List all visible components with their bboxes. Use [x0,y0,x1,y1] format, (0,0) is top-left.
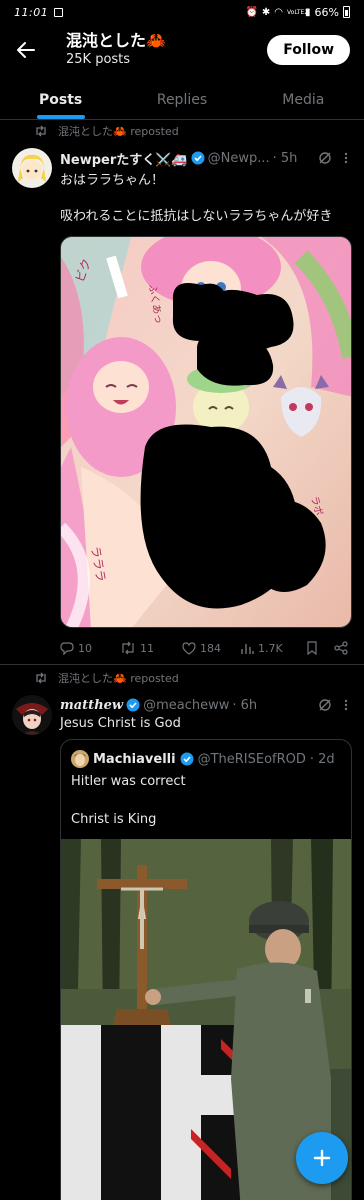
repost-indicator: 混沌とした🦀 reposted [0,669,364,687]
bluetooth-icon: ✱ [261,6,271,18]
signal-icon: ▮ [305,6,311,18]
reply-count: 10 [78,641,92,655]
repost-label: 混沌とした🦀 reposted [58,125,179,138]
tab-posts[interactable]: Posts [0,80,121,119]
repost-label: 混沌とした🦀 reposted [58,672,179,685]
network-label: VoLTE2 [287,8,309,16]
quote-text: Hitler was correct Christ is King [71,774,186,827]
repost-icon [122,641,134,655]
bookmark-icon [307,641,317,655]
quoted-tweet[interactable]: Machiavelli @TheRISEofROD · 2d Hitler wa… [60,739,352,1200]
quote-handle[interactable]: @TheRISEofROD [198,752,306,767]
alarm-icon: ⏰ [245,6,258,18]
verified-icon [191,151,205,165]
handle[interactable]: @meacheww [143,698,229,713]
profile-name: 混沌とした🦀 [66,31,166,50]
profile-header: 混沌とした🦀 25K posts Follow [0,24,364,76]
tweet[interactable]: 混沌とした🦀 reposted matthew @meacheww · 6h J… [0,664,364,1200]
profile-tabs: Posts Replies Media [0,80,364,120]
gallery-notification-icon [54,7,64,17]
views-icon [241,643,254,654]
battery-level: 66% [314,5,339,19]
more-icon[interactable] [338,151,354,165]
quote-display-name[interactable]: Machiavelli [93,752,176,767]
tweet[interactable]: 混沌とした🦀 reposted Newperたすく⚔️🚑 @Newp... · … [0,122,364,658]
view-count: 1.7K [258,641,283,655]
battery-icon [343,6,350,18]
like-button[interactable]: 184 [182,642,240,655]
post-time[interactable]: · 5h [273,151,298,166]
reply-button[interactable]: 10 [60,641,120,655]
verified-icon [126,698,140,712]
grok-icon[interactable] [318,151,332,165]
tab-replies[interactable]: Replies [121,80,242,119]
post-count: 25K posts [66,52,131,67]
views-button[interactable]: 1.7K [240,642,306,655]
follow-button[interactable]: Follow [267,35,350,65]
quote-avatar[interactable] [71,750,89,768]
repost-count: 11 [140,641,154,655]
wifi-icon: ◠ [274,6,284,18]
share-button[interactable] [334,641,354,655]
like-icon [182,641,196,655]
more-icon[interactable] [338,698,354,712]
repost-button[interactable]: 11 [120,641,182,655]
post-time[interactable]: · 6h [232,698,257,713]
plus-icon [313,1149,331,1167]
compose-button[interactable] [296,1132,348,1184]
tab-media[interactable]: Media [243,80,364,119]
like-count: 184 [200,641,221,655]
repost-indicator: 混沌とした🦀 reposted [0,122,364,140]
avatar[interactable] [12,695,52,735]
verified-icon [180,752,194,766]
reply-icon [60,642,74,655]
clock: 11:01 [14,5,49,19]
share-icon [334,641,348,655]
tweet-text: Jesus Christ is God [60,716,181,731]
handle[interactable]: @Newp... [208,151,270,166]
header-titles: 混沌とした🦀 25K posts [66,31,166,69]
quote-time: · 2d [309,751,335,767]
back-arrow-icon[interactable] [14,38,38,62]
display-name[interactable]: matthew [60,698,123,713]
grok-icon[interactable] [318,698,332,712]
avatar[interactable] [12,148,52,188]
status-bar: 11:01 ⏰ ✱ ◠ VoLTE2 ▮ 66% [0,0,364,24]
bookmark-button[interactable] [306,641,334,655]
tweet-actions: 10 11 184 1.7K [60,638,354,658]
repost-icon [34,672,48,684]
tweet-text: おはララちゃん！ 吸われることに抵抗はしないララちゃんが好き [60,173,333,224]
tweet-image[interactable]: ビク ラボ ふくあっ ラララ [60,236,352,628]
display-name[interactable]: Newperたすく⚔️🚑 [60,149,188,168]
repost-icon [34,125,48,137]
